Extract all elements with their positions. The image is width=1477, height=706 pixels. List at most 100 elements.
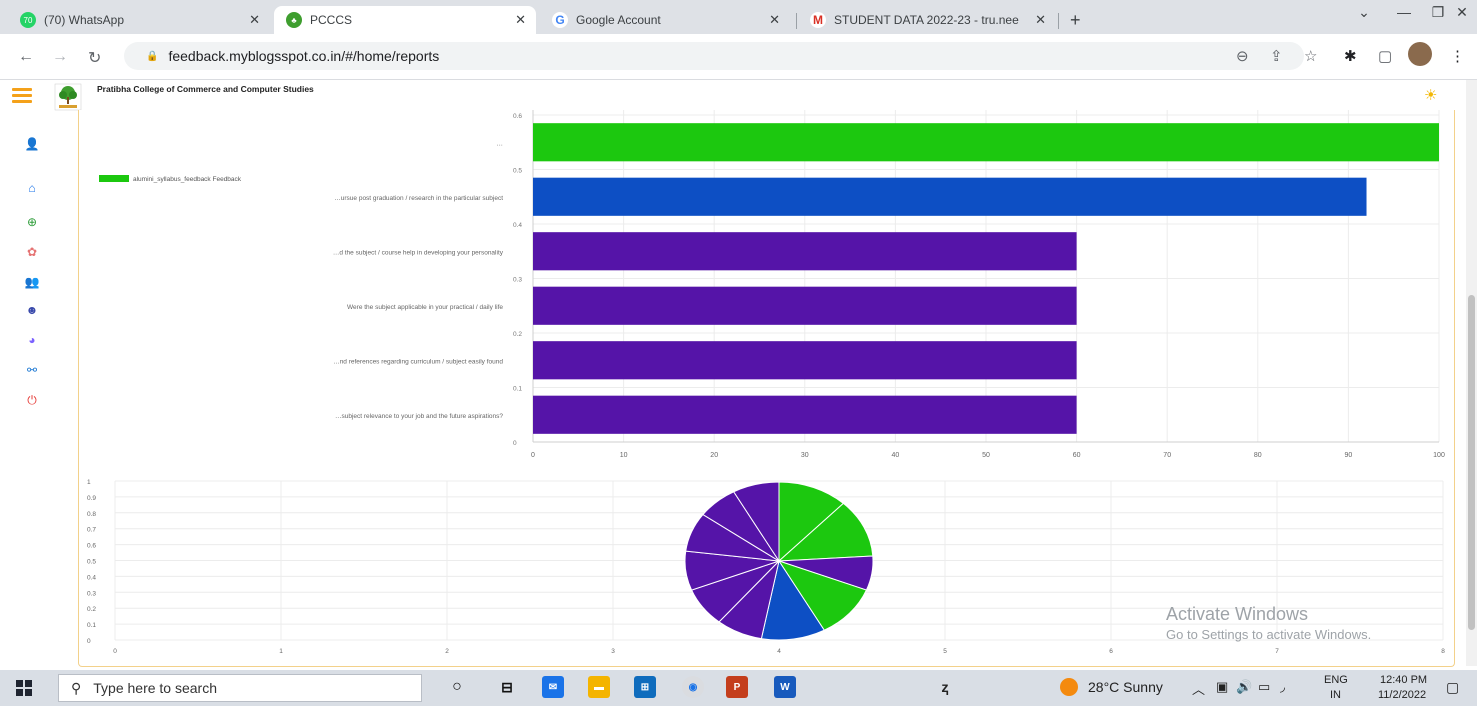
- tab-title: STUDENT DATA 2022-23 - tru.nee: [834, 13, 1019, 27]
- tab-title: PCCCS: [310, 13, 353, 27]
- pie-y-tick-label: 0: [87, 638, 91, 645]
- bar-x-tick-label: 10: [620, 452, 628, 459]
- tray-chevron-icon[interactable]: ︿: [1192, 679, 1205, 698]
- bar-x-tick-label: 60: [1073, 452, 1081, 459]
- pie-y-tick-label: 0.6: [87, 543, 96, 550]
- pie-y-tick-label: 0.8: [87, 511, 96, 518]
- weather-text: 28°C Sunny: [1088, 679, 1163, 695]
- back-icon[interactable]: ←: [18, 48, 34, 66]
- bar-y-tick-label: 0.4: [513, 222, 522, 229]
- gmail-icon: M: [810, 12, 826, 28]
- extensions-icon[interactable]: ✱: [1344, 47, 1357, 65]
- chrome-icon[interactable]: ◉: [682, 676, 704, 698]
- notification-icon[interactable]: ▢: [1446, 679, 1459, 696]
- page-scrollbar[interactable]: [1466, 80, 1477, 666]
- close-tab-icon[interactable]: ✕: [515, 12, 526, 28]
- bar-x-tick-label: 80: [1254, 452, 1262, 459]
- college-name: Pratibha College of Commerce and Compute…: [97, 84, 314, 94]
- forward-icon[interactable]: →: [52, 48, 68, 66]
- store-icon[interactable]: ⊞: [634, 676, 656, 698]
- pie-y-tick-label: 0.4: [87, 574, 96, 581]
- tab-title: Google Account: [576, 13, 661, 27]
- bar-5: [533, 395, 1077, 434]
- sun-icon: [1060, 678, 1078, 696]
- search-icon: ⚲: [71, 679, 82, 696]
- task-view-icon[interactable]: ⊟: [496, 676, 518, 698]
- word-icon[interactable]: W: [774, 676, 796, 698]
- powerpoint-icon[interactable]: P: [726, 676, 748, 698]
- menu-kebab-icon[interactable]: ⋮: [1450, 47, 1465, 65]
- bar-3: [533, 286, 1077, 325]
- add-circle-icon[interactable]: ⊕: [24, 214, 40, 230]
- tab-google-account[interactable]: G Google Account ✕: [540, 6, 790, 34]
- wifi-icon[interactable]: ◞: [1280, 679, 1285, 695]
- pie-y-tick-label: 0.1: [87, 622, 96, 629]
- power-icon[interactable]: ⏻: [24, 392, 40, 408]
- chart-icon[interactable]: ◕: [24, 332, 40, 348]
- college-logo: [54, 83, 82, 111]
- scroll-thumb[interactable]: [1468, 295, 1475, 630]
- zoom-icon[interactable]: ⊖: [1236, 47, 1249, 65]
- taskbar-search-input[interactable]: ⚲ Type here to search: [58, 674, 422, 702]
- file-explorer-icon[interactable]: ▬: [588, 676, 610, 698]
- close-tab-icon[interactable]: ✕: [249, 12, 260, 28]
- share-nodes-icon[interactable]: ⚯: [24, 362, 40, 378]
- lock-icon: 🔒: [146, 50, 159, 62]
- side-panel-icon[interactable]: ▢: [1378, 47, 1392, 65]
- hamburger-menu-icon[interactable]: [12, 88, 32, 106]
- bar-category-label: …: [497, 140, 504, 147]
- group-icon[interactable]: 👥: [24, 274, 40, 290]
- tab-search-icon[interactable]: ⌄: [1344, 4, 1384, 21]
- battery-icon[interactable]: ▭: [1258, 679, 1270, 695]
- language-indicator[interactable]: ENG: [1324, 674, 1348, 686]
- tab-student-data[interactable]: M STUDENT DATA 2022-23 - tru.nee ✕: [798, 6, 1056, 34]
- share-icon[interactable]: ⇪: [1270, 47, 1283, 65]
- bar-y-tick-label: 0.6: [513, 113, 522, 120]
- bar-category-label: …subject relevance to your job and the f…: [335, 413, 503, 420]
- weather-widget[interactable]: 28°C Sunny: [1060, 678, 1163, 696]
- pie-y-tick-label: 0.9: [87, 495, 96, 502]
- activate-windows-title: Activate Windows: [1166, 604, 1309, 624]
- mail-icon[interactable]: ✉: [542, 676, 564, 698]
- windows-start-icon[interactable]: [16, 680, 32, 696]
- pie-x-tick-label: 5: [943, 648, 947, 655]
- people-icon[interactable]: ⱬ: [934, 676, 956, 698]
- tab-separator: [796, 13, 797, 29]
- bar-x-tick-label: 70: [1163, 452, 1171, 459]
- tray-app-icon[interactable]: ▣: [1216, 679, 1228, 695]
- region-indicator[interactable]: IN: [1330, 689, 1341, 701]
- feedback-icon[interactable]: ✿: [24, 244, 40, 260]
- bar-category-label: …nd references regarding curriculum / su…: [333, 358, 503, 365]
- profile-icon[interactable]: ☻: [24, 302, 40, 318]
- bar-y-tick-label: 0: [513, 440, 517, 447]
- pie-x-tick-label: 7: [1275, 648, 1279, 655]
- user-icon[interactable]: 👤: [24, 136, 40, 152]
- close-window-button[interactable]: ✕: [1442, 4, 1477, 21]
- volume-icon[interactable]: 🔊: [1236, 679, 1252, 695]
- bar-x-tick-label: 30: [801, 452, 809, 459]
- pie-x-tick-label: 6: [1109, 648, 1113, 655]
- theme-toggle-icon[interactable]: ☀: [1424, 86, 1437, 104]
- home-icon[interactable]: ⌂: [24, 180, 40, 196]
- address-bar[interactable]: 🔒 feedback.myblogsspot.co.in/#/home/repo…: [124, 42, 1304, 70]
- tab-pcccs[interactable]: ♣ PCCCS ✕: [274, 6, 536, 34]
- avatar[interactable]: [1408, 42, 1432, 66]
- bar-y-tick-label: 0.5: [513, 168, 522, 175]
- tab-whatsapp[interactable]: 70 (70) WhatsApp ✕: [8, 6, 270, 34]
- clock-date[interactable]: 11/2/2022: [1378, 689, 1426, 701]
- bar-x-tick-label: 40: [892, 452, 900, 459]
- new-tab-button[interactable]: +: [1070, 10, 1081, 31]
- report-card: 0 10 20 30 40 50 60 70 80 90 100 0 0.1 0.2 0.3 0.4 0.5 0.…: [78, 110, 1455, 667]
- reload-icon[interactable]: ↻: [88, 48, 101, 68]
- clock-time[interactable]: 12:40 PM: [1380, 674, 1427, 686]
- bar-y-tick-label: 0.3: [513, 277, 522, 284]
- pie-x-tick-label: 1: [279, 648, 283, 655]
- close-tab-icon[interactable]: ✕: [1035, 12, 1046, 28]
- bookmark-star-icon[interactable]: ☆: [1304, 47, 1317, 65]
- pie-y-tick-label: 1: [87, 479, 91, 486]
- pie-x-tick-label: 4: [777, 648, 781, 655]
- bar-category-label: …d the subject / course help in developi…: [333, 249, 504, 256]
- whatsapp-icon: 70: [20, 12, 36, 28]
- close-tab-icon[interactable]: ✕: [769, 12, 780, 28]
- cortana-icon[interactable]: ○: [446, 676, 468, 698]
